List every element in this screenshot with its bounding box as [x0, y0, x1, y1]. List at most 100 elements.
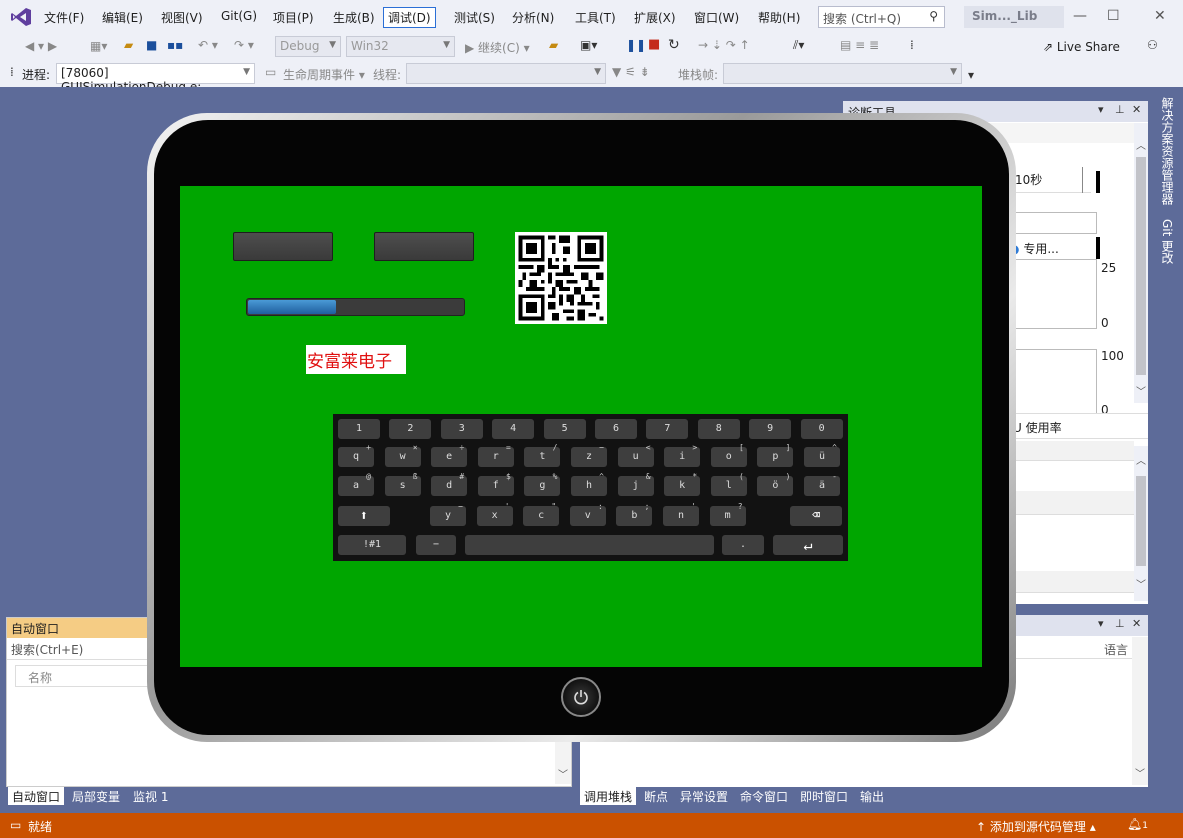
continue-button[interactable]: ▶ 继续(C) ▾ [465, 39, 530, 56]
key-ö[interactable]: ö) [757, 472, 794, 496]
panel-close-icon[interactable]: ✕ [1132, 103, 1141, 116]
key-i[interactable]: i > [664, 443, 701, 467]
key-j[interactable]: j & [617, 472, 654, 496]
scroll-down-icon[interactable]: ﹀ [558, 766, 568, 781]
tab-breakpoints[interactable]: 断点 [640, 787, 672, 805]
key-g[interactable]: g% [524, 472, 561, 496]
key-z[interactable]: z − [571, 443, 607, 467]
breakpoint-toolbar-icon[interactable]: ⫽▾ [793, 38, 804, 53]
panel-menu-icon[interactable]: ▾ [1098, 617, 1104, 630]
scroll-up-icon[interactable]: ︿ [1136, 452, 1146, 467]
key-h[interactable]: h ^ [571, 472, 607, 496]
scroll-thumb[interactable] [1136, 476, 1146, 566]
key-d[interactable]: d # [431, 472, 468, 496]
menu-analyze[interactable]: 分析(N) [512, 9, 554, 26]
key-k[interactable]: k * [664, 472, 701, 496]
key-n[interactable]: n ' [663, 502, 699, 526]
menu-test[interactable]: 测试(S) [454, 9, 495, 26]
key-a[interactable]: a @ [338, 472, 374, 496]
diag-scrollbar[interactable]: ︿ ﹀ [1134, 123, 1148, 403]
backspace-key[interactable]: ⌫ [790, 506, 842, 526]
shift-key[interactable]: ⬆ [338, 506, 390, 526]
minimize-icon[interactable]: — [1073, 8, 1087, 24]
save-all-icon[interactable]: ▪▪ [167, 38, 183, 52]
key-ü[interactable]: ü ^ [804, 443, 840, 467]
tab-autos[interactable]: 自动窗口 [8, 787, 65, 805]
key-8[interactable]: 8 [697, 419, 740, 439]
stop-icon[interactable]: ■ [648, 37, 660, 52]
filter-icons[interactable]: ▼ ⚟ ⇟ [612, 65, 650, 79]
undo-icon[interactable]: ↶ ▾ [198, 38, 218, 52]
tab-locals[interactable]: 局部变量 [68, 787, 124, 805]
back-icon[interactable]: ◀ ▾ ▶ [25, 39, 57, 53]
step-icons[interactable]: → ⇣ ↷ ↑ [698, 38, 750, 52]
cpu-usage-tab[interactable]: U 使用率 [1013, 419, 1062, 436]
process-select[interactable]: [78060] GUISimulationDebug.e:▼ [56, 63, 255, 94]
git-changes-tab[interactable]: Git 更改 [1159, 219, 1176, 264]
tab-immediate-window[interactable]: 即时窗口 [796, 787, 852, 805]
key-e[interactable]: e ÷ [431, 443, 468, 467]
key-m[interactable]: m? [709, 502, 746, 526]
thread-select[interactable]: ▼ [406, 63, 606, 84]
menu-edit[interactable]: 编辑(E) [102, 9, 143, 26]
key-r[interactable]: r = [477, 443, 514, 467]
configuration-select[interactable]: Debug ▼ [275, 36, 341, 57]
panel-close-icon[interactable]: ✕ [1132, 617, 1141, 630]
redo-icon[interactable]: ↷ ▾ [234, 38, 254, 52]
comment-icons[interactable]: ▤ ≡ ≣ [840, 38, 879, 52]
key-l[interactable]: l( [710, 472, 747, 496]
key-c[interactable]: c " [523, 502, 560, 526]
notifications-icon[interactable]: 🔔︎1 [1127, 817, 1148, 831]
tab-exception-settings[interactable]: 异常设置 [676, 787, 732, 805]
menu-build[interactable]: 生成(B) [333, 9, 375, 26]
key-7[interactable]: 7 [646, 419, 689, 439]
key-9[interactable]: 9 [749, 419, 792, 439]
key-p[interactable]: p] [757, 443, 794, 467]
pin-icon[interactable]: ⊥ [1115, 617, 1125, 630]
save-icon[interactable]: ■ [146, 38, 157, 52]
key-v[interactable]: v: [569, 502, 606, 526]
open-icon[interactable]: ▰ [124, 38, 133, 52]
solution-explorer-tab[interactable]: 解决方案资源管理器 [1159, 97, 1176, 205]
source-control-button[interactable]: ↑ 添加到源代码管理 ▴ [976, 818, 1096, 835]
key-b[interactable]: b; [616, 502, 653, 526]
key-w[interactable]: w × [384, 443, 421, 467]
lifecycle-events-button[interactable]: 生命周期事件 ▾ [283, 66, 365, 83]
menu-debug[interactable]: 调试(D) [383, 7, 436, 28]
scroll-up-icon[interactable]: ︿ [1136, 137, 1146, 152]
gui-button-2[interactable] [374, 232, 474, 261]
live-share-button[interactable]: ⇗ Live Share [1043, 40, 1120, 54]
key-4[interactable]: 4 [492, 419, 535, 439]
close-icon[interactable]: ✕ [1154, 8, 1166, 24]
call-stack-scrollbar[interactable]: ﹀ [1132, 637, 1148, 785]
key-ä[interactable]: ä- [804, 472, 840, 496]
power-button[interactable] [561, 677, 601, 717]
feedback-icon[interactable]: ⚇ [1147, 38, 1158, 52]
menu-view[interactable]: 视图(V) [161, 9, 203, 26]
screen-icon[interactable]: ▣▾ [580, 38, 597, 52]
key-1[interactable]: 1 [338, 419, 380, 439]
key-o[interactable]: o[ [710, 443, 747, 467]
lifecycle-icon[interactable]: ▭ [265, 65, 276, 79]
menu-extensions[interactable]: 扩展(X) [634, 9, 676, 26]
scroll-down-icon[interactable]: ﹀ [1136, 383, 1146, 398]
menu-help[interactable]: 帮助(H) [758, 9, 800, 26]
menu-window[interactable]: 窗口(W) [694, 9, 739, 26]
toolbar2-overflow-icon[interactable]: ▾ [968, 68, 974, 82]
menu-project[interactable]: 项目(P) [273, 9, 314, 26]
dash-key[interactable]: − [416, 535, 456, 555]
scroll-down-icon[interactable]: ﹀ [1136, 576, 1146, 591]
menu-file[interactable]: 文件(F) [44, 9, 84, 26]
key-y[interactable]: y − [430, 502, 466, 526]
key-f[interactable]: f $ [477, 472, 514, 496]
scroll-down-icon[interactable]: ﹀ [1135, 765, 1145, 780]
tab-output[interactable]: 输出 [856, 787, 888, 805]
key-0[interactable]: 0 [800, 419, 843, 439]
key-s[interactable]: sß [384, 472, 421, 496]
enter-key[interactable]: ↵ [773, 535, 843, 555]
symbols-key[interactable]: !#1 [338, 535, 406, 555]
key-5[interactable]: 5 [543, 419, 586, 439]
tab-command-window[interactable]: 命令窗口 [736, 787, 792, 805]
restart-icon[interactable]: ↻ [668, 37, 680, 53]
attach-icon[interactable]: ▰ [549, 38, 558, 52]
